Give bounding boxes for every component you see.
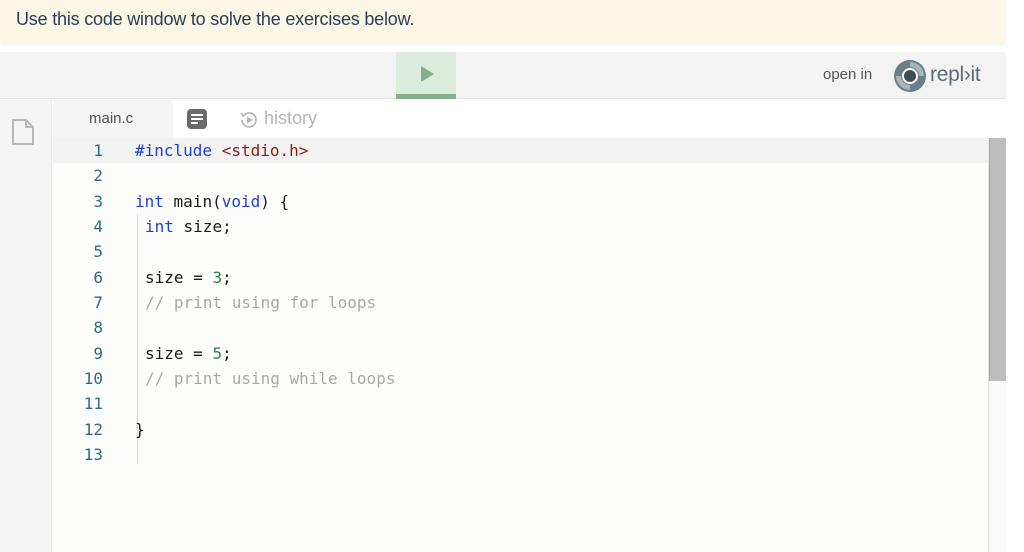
scrollbar-thumb[interactable] [989,138,1006,381]
run-button[interactable] [396,52,456,99]
line-number: 5 [93,242,103,261]
line-number: 10 [83,369,103,388]
play-icon [421,66,434,82]
line-code: size = 5; [145,344,232,363]
line-code: // print using while loops [145,369,396,388]
replit-logo-icon[interactable] [893,59,927,93]
line-number: 6 [93,268,103,287]
line-code: } [135,420,145,439]
history-icon [240,112,257,128]
banner-text: Use this code window to solve the exerci… [16,9,415,29]
code-line[interactable]: 9 size = 5; [53,341,988,366]
file-icon[interactable] [12,119,34,145]
code-line[interactable]: 1 #include <stdio.h> [53,138,988,163]
code-line[interactable]: 13 [53,442,988,467]
line-number: 11 [83,394,103,413]
code-line[interactable]: 11 [53,391,988,416]
sidebar [0,100,52,552]
code-line[interactable]: 3 int main(void) { [53,189,988,214]
line-number: 7 [93,293,103,312]
line-number: 2 [93,166,103,185]
code-editor[interactable]: 1 #include <stdio.h> 2 3 int main(void) … [53,138,988,552]
line-number: 8 [93,318,103,337]
line-number: 9 [93,344,103,363]
instruction-banner: Use this code window to solve the exerci… [0,0,1006,44]
code-line[interactable]: 5 [53,239,988,264]
toolbar: open in repl›it [0,52,1006,99]
code-line[interactable]: 10 // print using while loops [53,366,988,391]
line-number: 13 [83,445,103,464]
line-number: 12 [83,420,103,439]
line-code: int main(void) { [135,192,290,211]
open-in-label[interactable]: open in [823,66,872,83]
replit-brand-text[interactable]: repl›it [930,63,981,87]
tab-bar: main.c history [53,100,1006,138]
line-number: 3 [93,192,103,211]
tab-main-c-label: main.c [89,110,134,127]
console-icon[interactable] [187,109,207,129]
line-code: // print using for loops [145,293,377,312]
tab-main-c[interactable]: main.c [53,100,173,138]
line-code: size = 3; [145,268,232,287]
code-line[interactable]: 2 [53,163,988,188]
run-button-underline [396,94,456,99]
line-code: #include <stdio.h> [135,141,309,160]
line-number: 1 [93,141,103,160]
code-line[interactable]: 12 } [53,417,988,442]
code-line[interactable]: 7 // print using for loops [53,290,988,315]
code-line[interactable]: 4 int size; [53,214,988,239]
line-number: 4 [93,217,103,236]
history-label: history [264,108,318,128]
line-code: int size; [145,217,232,236]
code-line[interactable]: 8 [53,315,988,340]
code-line[interactable]: 6 size = 3; [53,265,988,290]
